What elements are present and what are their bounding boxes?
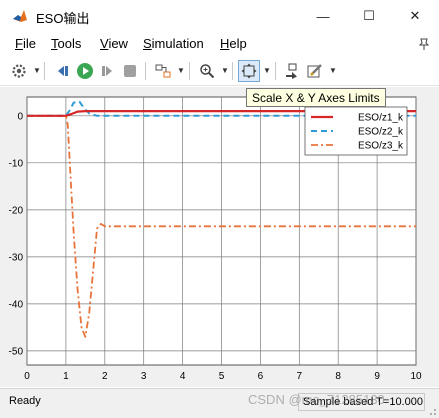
style-icon (307, 64, 322, 78)
watermark: CSDN @mo_71285130 (248, 392, 385, 407)
stop-icon (124, 65, 136, 77)
step-back-icon (58, 66, 68, 76)
x-tick-label: 3 (141, 371, 147, 382)
y-tick-label: -20 (9, 205, 24, 216)
y-tick-label: -40 (9, 299, 24, 310)
y-tick-label: -30 (9, 252, 24, 263)
zoom-icon (200, 64, 215, 79)
autoscale-icon (241, 63, 257, 79)
scope-plot[interactable]: 0 1 2 3 4 5 6 7 8 9 10 0 -10 -20 -30 -40 -50 ESO/z1_k ESO/… (0, 87, 439, 387)
stop-button[interactable] (119, 60, 141, 82)
settings-dropdown-icon[interactable]: ▼ (33, 66, 41, 76)
menu-help[interactable]: Help (220, 36, 247, 51)
x-tick-label: 5 (219, 371, 225, 382)
maximize-button[interactable]: ☐ (346, 0, 392, 32)
style-button[interactable] (304, 60, 326, 82)
menu-view[interactable]: View (100, 36, 128, 51)
title-bar[interactable]: ESO输出 — ☐ ✕ (0, 0, 439, 32)
signal-select-button[interactable] (152, 60, 174, 82)
minimize-icon: — (316, 8, 330, 24)
scope-window: ESO输出 — ☐ ✕ File Tools View Simulation H… (0, 0, 439, 418)
menu-simulation[interactable]: Simulation (143, 36, 204, 51)
close-button[interactable]: ✕ (392, 0, 438, 32)
maximize-icon: ☐ (363, 8, 375, 23)
toolbar-separator (275, 62, 276, 80)
x-tick-label: 4 (180, 371, 186, 382)
toolbar-separator (44, 62, 45, 80)
resize-grip-icon[interactable] (427, 406, 437, 416)
status-ready: Ready (9, 395, 41, 407)
x-tick-label: 0 (24, 371, 30, 382)
y-tick-label: 0 (17, 111, 23, 122)
highlight-simulink-block-icon (286, 63, 297, 79)
y-tick-label: -50 (9, 346, 24, 357)
step-forward-icon (102, 66, 112, 76)
autoscale-button[interactable] (238, 60, 260, 82)
legend-label: ESO/z2_k (358, 127, 404, 138)
matlab-app-icon (13, 10, 27, 22)
window-title: ESO输出 (36, 11, 90, 26)
signal-select-icon (155, 64, 171, 78)
autoscale-tooltip: Scale X & Y Axes Limits (246, 88, 386, 107)
legend-label: ESO/z3_k (358, 141, 404, 152)
toolbar-separator (145, 62, 146, 80)
style-dropdown-icon[interactable]: ▼ (329, 66, 337, 76)
run-icon (77, 63, 93, 79)
settings-icon (12, 64, 26, 78)
autoscale-dropdown-icon[interactable]: ▼ (263, 66, 271, 76)
toolbar-separator (232, 62, 233, 80)
signal-select-dropdown-icon[interactable]: ▼ (177, 66, 185, 76)
run-button[interactable] (74, 60, 96, 82)
settings-button[interactable] (8, 60, 30, 82)
menu-file[interactable]: File (15, 36, 36, 51)
x-tick-label: 6 (258, 371, 264, 382)
y-tick-label: -10 (9, 158, 24, 169)
toolbar-separator (189, 62, 190, 80)
dock-pin-icon[interactable] (417, 37, 431, 51)
toolbar: ▼ ▼ ▼ ▼ ▼ (0, 56, 439, 86)
menu-tools[interactable]: Tools (51, 36, 81, 51)
close-icon: ✕ (409, 8, 421, 23)
highlight-block-button[interactable] (281, 60, 303, 82)
x-tick-label: 7 (297, 371, 303, 382)
x-tick-label: 8 (335, 371, 341, 382)
x-tick-label: 9 (374, 371, 380, 382)
menu-bar: File Tools View Simulation Help (0, 32, 439, 56)
minimize-button[interactable]: — (300, 0, 346, 32)
x-tick-label: 2 (102, 371, 108, 382)
step-back-button[interactable] (52, 60, 74, 82)
zoom-dropdown-icon[interactable]: ▼ (221, 66, 229, 76)
zoom-button[interactable] (196, 60, 218, 82)
x-tick-label: 1 (63, 371, 69, 382)
x-tick-label: 10 (410, 371, 422, 382)
legend-label: ESO/z1_k (358, 113, 404, 124)
step-forward-button[interactable] (96, 60, 118, 82)
